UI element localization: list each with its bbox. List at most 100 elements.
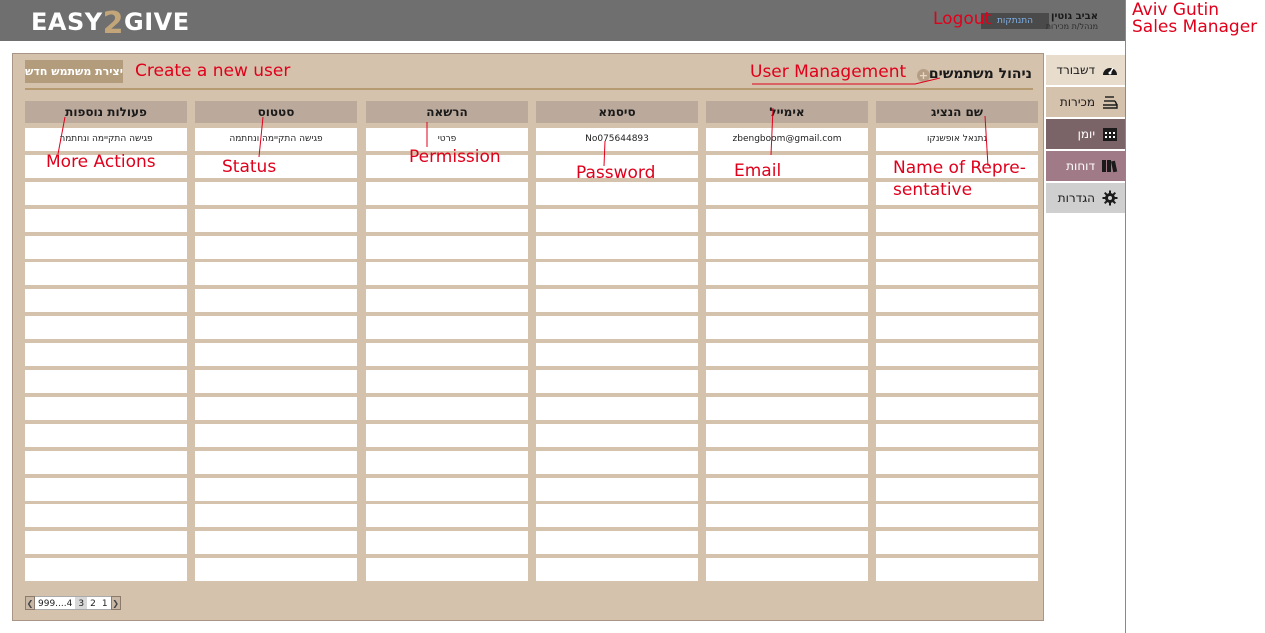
table-cell[interactable] xyxy=(536,504,698,528)
table-cell[interactable]: zbengboom@gmail.com xyxy=(706,128,868,151)
table-cell[interactable] xyxy=(706,154,868,178)
table-cell[interactable]: פגישה התקיימה ונחתמה xyxy=(195,128,357,151)
table-cell[interactable] xyxy=(25,316,187,340)
table-cell[interactable] xyxy=(25,396,187,420)
table-cell[interactable] xyxy=(195,262,357,286)
table-cell[interactable] xyxy=(25,531,187,555)
table-cell[interactable] xyxy=(876,208,1038,232)
table-cell[interactable] xyxy=(706,504,868,528)
table-cell[interactable] xyxy=(536,235,698,259)
column-header[interactable]: סטטוס xyxy=(195,101,357,123)
page-ellipsis[interactable]: 999....4 xyxy=(35,596,76,610)
table-cell[interactable] xyxy=(195,208,357,232)
table-cell[interactable] xyxy=(195,423,357,447)
table-cell[interactable] xyxy=(195,289,357,313)
table-cell[interactable] xyxy=(25,181,187,205)
table-cell[interactable] xyxy=(366,181,528,205)
table-cell[interactable] xyxy=(195,181,357,205)
column-header[interactable]: סיסמא xyxy=(536,101,698,123)
table-cell[interactable] xyxy=(706,235,868,259)
table-cell[interactable] xyxy=(536,289,698,313)
table-cell[interactable] xyxy=(25,343,187,367)
table-cell[interactable] xyxy=(706,181,868,205)
table-cell[interactable] xyxy=(195,477,357,501)
table-cell[interactable] xyxy=(195,450,357,474)
create-user-button[interactable]: יצירת משתמש חדש xyxy=(25,60,123,83)
table-cell[interactable] xyxy=(195,504,357,528)
app-logo[interactable]: EASY2GIVE xyxy=(31,6,190,39)
table-cell[interactable] xyxy=(366,370,528,394)
table-cell[interactable] xyxy=(876,423,1038,447)
table-cell[interactable] xyxy=(706,477,868,501)
table-cell[interactable] xyxy=(366,477,528,501)
table-cell[interactable]: נתנאל אופשנקו xyxy=(876,128,1038,151)
table-cell[interactable] xyxy=(536,477,698,501)
sidebar-item-gear[interactable]: הגדרות xyxy=(1046,183,1125,213)
table-cell[interactable] xyxy=(195,343,357,367)
table-cell[interactable] xyxy=(876,477,1038,501)
table-cell[interactable] xyxy=(706,558,868,582)
table-cell[interactable] xyxy=(536,181,698,205)
column-header[interactable]: שם הנציג xyxy=(876,101,1038,123)
table-cell[interactable] xyxy=(366,396,528,420)
table-cell[interactable] xyxy=(876,235,1038,259)
table-cell[interactable] xyxy=(366,289,528,313)
table-cell[interactable] xyxy=(876,316,1038,340)
table-cell[interactable] xyxy=(536,370,698,394)
table-cell[interactable] xyxy=(25,558,187,582)
table-cell[interactable] xyxy=(195,531,357,555)
column-header[interactable]: פעולות נוספות xyxy=(25,101,187,123)
table-cell[interactable] xyxy=(366,316,528,340)
table-cell[interactable] xyxy=(706,531,868,555)
sidebar-item-dashboard[interactable]: דשבורד xyxy=(1046,55,1125,85)
table-cell[interactable] xyxy=(876,504,1038,528)
table-cell[interactable] xyxy=(706,450,868,474)
table-cell[interactable] xyxy=(706,370,868,394)
table-cell[interactable]: No075644893 xyxy=(536,128,698,151)
table-cell[interactable] xyxy=(366,504,528,528)
table-cell[interactable] xyxy=(876,343,1038,367)
table-cell[interactable] xyxy=(25,477,187,501)
table-cell[interactable] xyxy=(536,262,698,286)
table-cell[interactable] xyxy=(25,504,187,528)
table-cell[interactable] xyxy=(195,558,357,582)
table-cell[interactable] xyxy=(536,396,698,420)
table-cell[interactable] xyxy=(25,423,187,447)
table-cell[interactable] xyxy=(366,423,528,447)
table-cell[interactable] xyxy=(876,370,1038,394)
table-cell[interactable] xyxy=(366,558,528,582)
column-header[interactable]: אימייל xyxy=(706,101,868,123)
table-cell[interactable] xyxy=(876,558,1038,582)
page-1[interactable]: 1 xyxy=(98,596,111,610)
table-cell[interactable] xyxy=(536,343,698,367)
table-cell[interactable] xyxy=(876,531,1038,555)
table-cell[interactable] xyxy=(195,370,357,394)
next-page-icon[interactable]: ❯ xyxy=(110,596,121,610)
table-cell[interactable] xyxy=(366,208,528,232)
table-cell[interactable] xyxy=(706,316,868,340)
table-cell[interactable] xyxy=(536,208,698,232)
table-cell[interactable] xyxy=(195,235,357,259)
table-cell[interactable] xyxy=(876,289,1038,313)
table-cell[interactable] xyxy=(366,450,528,474)
table-cell[interactable] xyxy=(876,450,1038,474)
table-cell[interactable] xyxy=(366,343,528,367)
table-cell[interactable] xyxy=(536,450,698,474)
sidebar-item-sales[interactable]: מכירות xyxy=(1046,87,1125,117)
table-cell[interactable] xyxy=(536,558,698,582)
page-3[interactable]: 3 xyxy=(75,596,88,610)
table-cell[interactable] xyxy=(876,396,1038,420)
table-cell[interactable] xyxy=(25,289,187,313)
table-cell[interactable] xyxy=(366,235,528,259)
table-cell[interactable] xyxy=(706,289,868,313)
table-cell[interactable] xyxy=(25,370,187,394)
table-cell[interactable] xyxy=(536,423,698,447)
table-cell[interactable] xyxy=(366,531,528,555)
table-cell[interactable] xyxy=(706,343,868,367)
table-cell[interactable] xyxy=(25,208,187,232)
table-cell[interactable] xyxy=(195,316,357,340)
table-cell[interactable] xyxy=(706,396,868,420)
table-cell[interactable] xyxy=(195,396,357,420)
table-cell[interactable] xyxy=(25,235,187,259)
table-cell[interactable] xyxy=(706,423,868,447)
